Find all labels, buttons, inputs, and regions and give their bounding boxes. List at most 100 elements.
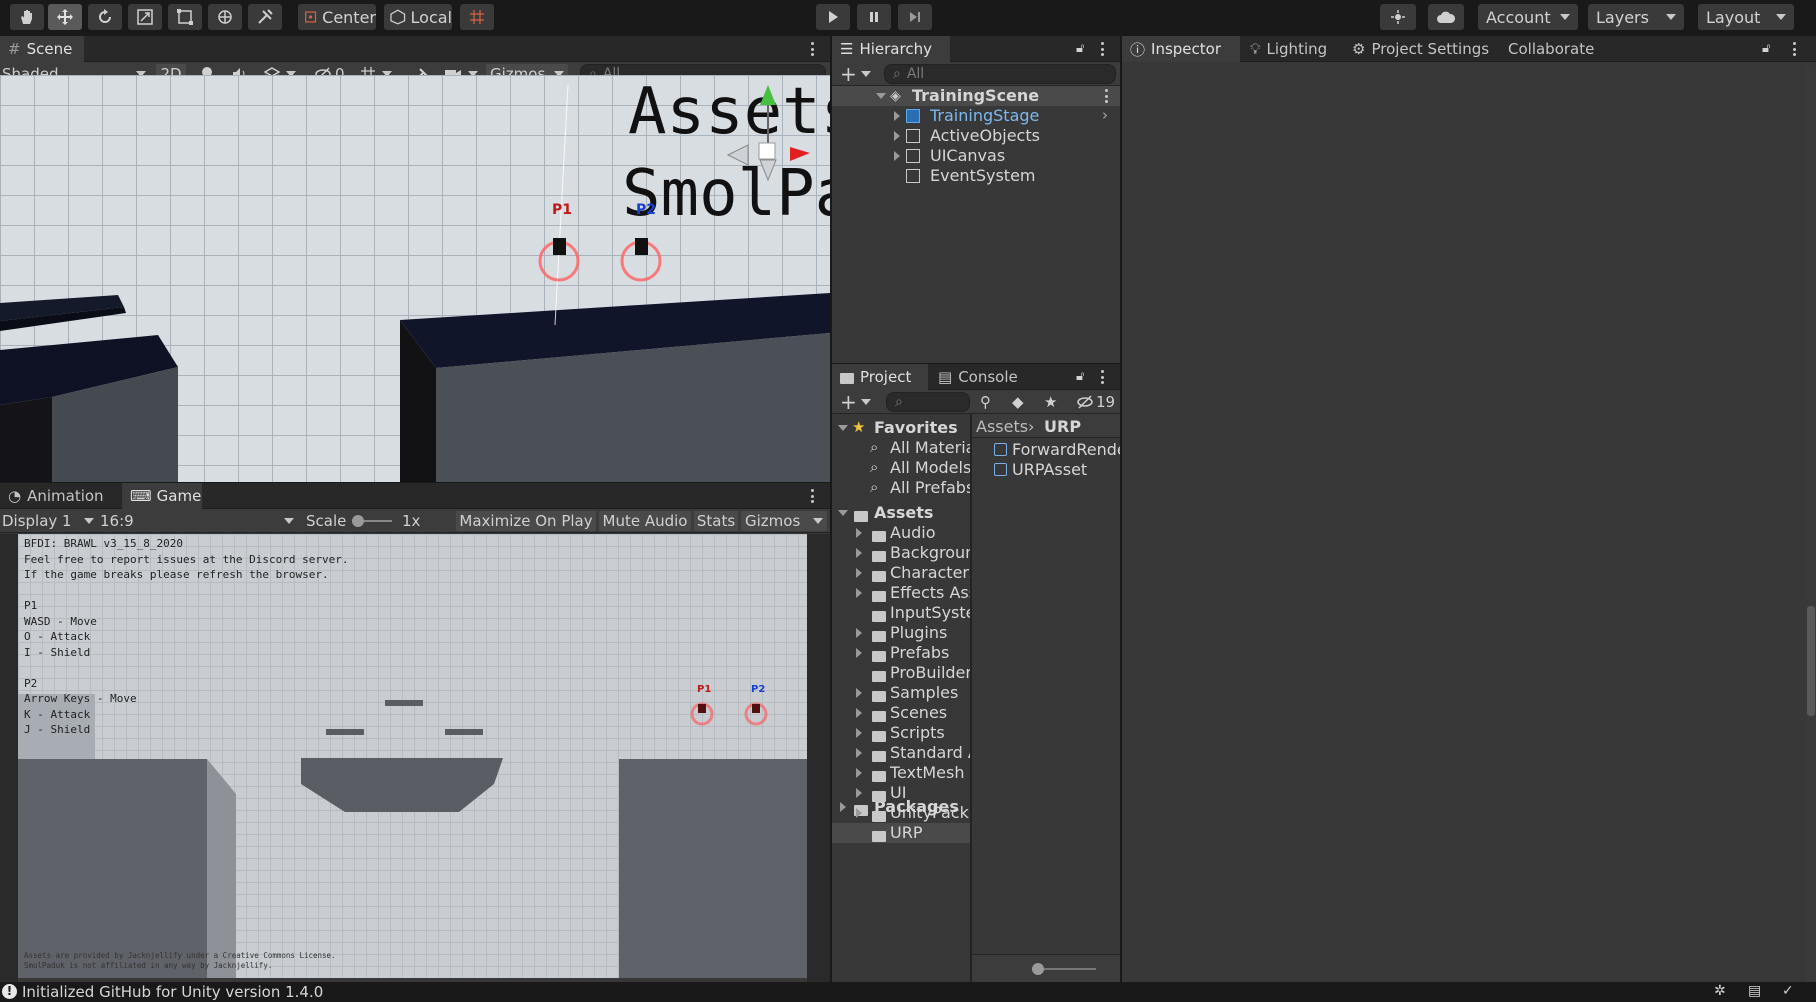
- folder-item[interactable]: Effects Ass: [832, 583, 970, 603]
- expand-icon[interactable]: [856, 548, 862, 558]
- bug-icon[interactable]: ✲: [1714, 983, 1726, 999]
- expand-icon[interactable]: [856, 788, 862, 798]
- step-button[interactable]: [898, 4, 932, 30]
- label-tag-icon[interactable]: ◆: [1012, 392, 1030, 412]
- expand-icon[interactable]: [856, 808, 862, 818]
- tab-collaborate[interactable]: Collaborate: [1500, 36, 1600, 62]
- expand-icon[interactable]: [856, 528, 862, 538]
- hierarchy-item[interactable]: TrainingStage ›: [832, 106, 1120, 126]
- create-dropdown[interactable]: +: [840, 62, 874, 86]
- maximize-on-play-toggle[interactable]: Maximize On Play: [456, 511, 596, 531]
- scale-tool-button[interactable]: [128, 4, 162, 30]
- project-search-input[interactable]: ⌕: [886, 392, 970, 412]
- hierarchy-item[interactable]: UICanvas: [832, 146, 1120, 166]
- folder-item[interactable]: Plugins: [832, 623, 970, 643]
- favorite-item[interactable]: ⌕ All Materia: [832, 438, 970, 458]
- folder-item[interactable]: TextMesh: [832, 763, 970, 783]
- folder-item[interactable]: Audio: [832, 523, 970, 543]
- folder-item[interactable]: Characters: [832, 563, 970, 583]
- folder-item[interactable]: Scenes: [832, 703, 970, 723]
- expand-icon[interactable]: [856, 708, 862, 718]
- stats-toggle[interactable]: Stats: [694, 511, 738, 531]
- tab-inspector[interactable]: ⓘ Inspector: [1122, 36, 1240, 62]
- layers-dropdown[interactable]: Layers: [1588, 4, 1684, 30]
- game-viewport[interactable]: P1 P2 BFDI: BRAWL v3_15_8_2020 Feel free …: [18, 534, 807, 978]
- favorite-item[interactable]: ⌕ All Prefabs: [832, 478, 970, 498]
- expand-icon[interactable]: [856, 628, 862, 638]
- file-item[interactable]: URPAsset: [972, 460, 1120, 480]
- folder-item[interactable]: UI: [832, 783, 970, 803]
- expand-icon[interactable]: [838, 425, 848, 431]
- move-tool-button[interactable]: [48, 4, 82, 30]
- folder-item[interactable]: Prefabs: [832, 643, 970, 663]
- inspector-menu-icon[interactable]: [1792, 42, 1796, 56]
- tab-lighting[interactable]: 💡︎ Lighting: [1242, 36, 1340, 62]
- tab-hierarchy[interactable]: ☰ Hierarchy: [832, 36, 950, 62]
- lock-icon[interactable]: 🔓︎: [1076, 369, 1084, 384]
- game-menu-icon[interactable]: [810, 489, 814, 503]
- lock-icon[interactable]: 🔓︎: [1762, 41, 1770, 56]
- folder-item[interactable]: InputSyste: [832, 603, 970, 623]
- tab-project-settings[interactable]: ⚙ Project Settings: [1344, 36, 1496, 62]
- tab-scene[interactable]: # Scene: [0, 36, 84, 62]
- inspector-scrollbar[interactable]: [1806, 66, 1816, 982]
- services-button[interactable]: [1380, 4, 1416, 30]
- file-item[interactable]: ForwardRende: [972, 440, 1120, 460]
- expand-icon[interactable]: [894, 131, 900, 141]
- expand-icon[interactable]: [838, 510, 848, 516]
- cloud-button[interactable]: [1428, 4, 1464, 30]
- check-circle-icon[interactable]: ✓: [1782, 983, 1794, 999]
- pivot-local-button[interactable]: Local: [384, 4, 452, 30]
- breadcrumb-root[interactable]: Assets: [976, 417, 1028, 436]
- tab-animation[interactable]: ◔ Animation: [0, 483, 120, 509]
- folder-item[interactable]: Standard A: [832, 743, 970, 763]
- tab-game[interactable]: ⌨ Game: [122, 483, 202, 509]
- expand-icon[interactable]: [856, 688, 862, 698]
- scene-root-row[interactable]: ◈ TrainingScene: [832, 86, 1120, 106]
- hierarchy-menu-icon[interactable]: [1100, 42, 1104, 56]
- expand-icon[interactable]: [894, 111, 900, 121]
- folder-item[interactable]: Scripts: [832, 723, 970, 743]
- assets-root-row[interactable]: Assets: [832, 503, 970, 523]
- project-create-dropdown[interactable]: +: [840, 390, 874, 414]
- folder-item[interactable]: Samples: [832, 683, 970, 703]
- account-dropdown[interactable]: Account: [1478, 4, 1578, 30]
- expand-icon[interactable]: [856, 748, 862, 758]
- hand-tool-button[interactable]: [10, 4, 44, 30]
- project-hidden-toggle[interactable]: 19: [1076, 392, 1116, 412]
- expand-icon[interactable]: [894, 151, 900, 161]
- tab-project[interactable]: Project: [832, 364, 928, 390]
- favorite-item[interactable]: ⌕ All Models: [832, 458, 970, 478]
- rotate-tool-button[interactable]: [88, 4, 122, 30]
- expand-icon[interactable]: [856, 728, 862, 738]
- expand-icon[interactable]: [856, 648, 862, 658]
- cache-server-icon[interactable]: ▤: [1748, 983, 1761, 999]
- folder-item[interactable]: ProBuilder: [832, 663, 970, 683]
- hierarchy-item[interactable]: ActiveObjects: [832, 126, 1120, 146]
- pivot-center-button[interactable]: Center: [298, 4, 376, 30]
- favorite-star-icon[interactable]: ★: [1044, 392, 1062, 412]
- favorites-row[interactable]: ★ Favorites: [832, 418, 970, 438]
- layout-dropdown[interactable]: Layout: [1698, 4, 1794, 30]
- scene-row-menu-icon[interactable]: [1104, 89, 1108, 103]
- tab-console[interactable]: ▤ Console: [930, 364, 1026, 390]
- display-dropdown[interactable]: Display 1: [2, 511, 94, 531]
- expand-icon[interactable]: [856, 588, 862, 598]
- folder-item[interactable]: URP: [832, 823, 970, 843]
- breadcrumb-leaf[interactable]: URP: [1044, 417, 1081, 436]
- expand-icon[interactable]: [876, 93, 886, 99]
- status-message[interactable]: Initialized GitHub for Unity version 1.4…: [22, 983, 323, 1001]
- grid-snap-button[interactable]: [460, 4, 494, 30]
- hierarchy-item[interactable]: EventSystem: [832, 166, 1120, 186]
- lock-icon[interactable]: 🔓︎: [1076, 41, 1084, 56]
- hierarchy-search-input[interactable]: ⌕ All: [884, 64, 1116, 84]
- game-gizmos-dropdown[interactable]: Gizmos: [741, 511, 827, 531]
- search-by-type-icon[interactable]: ⚲: [980, 392, 998, 412]
- chevron-right-icon[interactable]: ›: [1102, 106, 1108, 124]
- rect-tool-button[interactable]: [168, 4, 202, 30]
- play-button[interactable]: [816, 4, 850, 30]
- scene-viewport[interactable]: Assets SmolPac P1 P2: [0, 75, 830, 482]
- pause-button[interactable]: [857, 4, 891, 30]
- expand-icon[interactable]: [856, 568, 862, 578]
- folder-item[interactable]: UnityPack: [832, 803, 970, 823]
